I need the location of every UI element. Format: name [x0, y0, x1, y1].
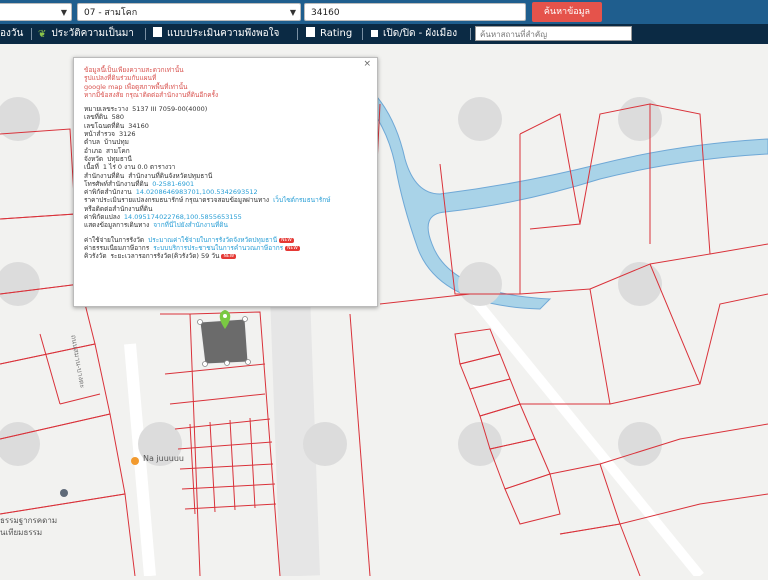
close-icon[interactable]: ×: [363, 59, 371, 68]
info-value: 580: [111, 113, 125, 122]
info-label: ค่าใช้จ่ายในการรังวัด: [84, 235, 145, 244]
new-badge: NEW: [279, 237, 294, 243]
survey-fee-link[interactable]: ประมาณค่าใช้จ่ายในการรังวัดจังหวัดปทุมธา…: [148, 236, 277, 244]
info-label: หน้าสำรวจ: [84, 130, 115, 139]
parcel-info-popup: × ข้อมูลนี้เป็นเพียงความสะดวกเท่านั้น รู…: [73, 57, 378, 307]
info-row-queue: คิวรังวัด ระยะเวลารอการรังวัด(คิวรังวัด) …: [84, 252, 367, 260]
chevron-down-icon: ▼: [60, 8, 67, 17]
info-value: ปทุมธานี: [107, 154, 132, 163]
menu-item-1[interactable]: องวัน: [0, 24, 23, 44]
chevron-down-icon: ▼: [289, 8, 296, 17]
info-label: โทรศัพท์สำนักงานที่ดิน: [84, 179, 149, 188]
info-row-route: แสดงข้อมูลการเดินทาง จากที่นี่ไปยังสำนักง…: [84, 221, 367, 229]
poi-label-3: นเทียมธรรม: [0, 528, 43, 537]
menu-divider: [31, 28, 32, 40]
info-label: ราคาประเมินรายแปลงกรมธนารักษ์ กรุณาตรวจส…: [84, 196, 270, 205]
info-label: สำนักงานที่ดิน: [84, 171, 125, 180]
top-search-bar: ▼ 07 - สามโคก ▼ 34160 ค้นหาข้อมูล: [0, 0, 768, 24]
route-link[interactable]: จากที่นี่ไปยังสำนักงานที่ดิน: [153, 221, 228, 229]
info-row-appraisal: ราคาประเมินรายแปลงกรมธนารักษ์ กรุณาตรวจส…: [84, 196, 367, 204]
phone-link[interactable]: 0-2581-6901: [152, 180, 194, 188]
info-row-phone: โทรศัพท์สำนักงานที่ดิน 0-2581-6901: [84, 180, 367, 188]
info-row-deed: เลขโฉนดที่ดิน 34160: [84, 122, 367, 130]
info-row-tambon: ตำบล บ้านปทุม: [84, 138, 367, 146]
info-label: ค่าธรรมเนียมภาษีอากร: [84, 243, 150, 252]
info-label: เลขที่ดิน: [84, 113, 108, 122]
info-value: 1 ไร่ 0 งาน 0.0 ตารางวา: [102, 163, 176, 172]
info-row-office: สำนักงานที่ดิน สำนักงานที่ดินจังหวัดปทุมธ…: [84, 172, 367, 180]
warning-line-4: หากมีข้อสงสัย กรุณาติดต่อสำนักงานที่ดินอ…: [84, 90, 219, 99]
info-value: สามโคก: [105, 146, 130, 155]
menu-bar: องวัน ❦ ประวัติความเป็นมา แบบประเมินความพ…: [0, 24, 768, 44]
landmark-search-input[interactable]: ค้นหาสถานที่สำคัญ: [475, 26, 632, 41]
warning-line-3: google map เพื่อดูสภาพพื้นที่เท่านั้น: [84, 82, 188, 91]
menu-item-zoning-toggle[interactable]: เปิด/ปิด - ผังเมือง: [371, 24, 457, 44]
info-row-area: เนื้อที่ 1 ไร่ 0 งาน 0.0 ตารางวา: [84, 163, 367, 171]
menu-divider: [470, 28, 471, 40]
parcel-number-value: 34160: [311, 8, 340, 18]
info-row-fee: ค่าใช้จ่ายในการรังวัด ประมาณค่าใช้จ่ายในก…: [84, 236, 367, 244]
treasury-website-link[interactable]: เว็บไซต์กรมธนารักษ์: [273, 196, 330, 204]
info-row-survey: หน้าสำรวจ 3126: [84, 130, 367, 138]
parcel-coord-link[interactable]: 14.095174022768,100.5855653155: [124, 213, 242, 221]
menu-item-history-label: ประวัติความเป็นมา: [51, 28, 134, 39]
chart-icon: [306, 27, 315, 37]
warning-line-2: รูปแปลงที่ดินร่วมกับแผนที่: [84, 74, 157, 83]
info-label: คิวรังวัด: [84, 252, 107, 261]
menu-item-rating[interactable]: Rating: [306, 24, 352, 44]
info-label: เลขโฉนดที่ดิน: [84, 121, 125, 130]
info-value: บ้านปทุม: [103, 138, 129, 147]
sprout-icon: ❦: [38, 29, 47, 40]
info-value: 5137 III 7059-00(4000): [132, 105, 208, 114]
parcel-number-input[interactable]: 34160: [304, 3, 526, 21]
district-select[interactable]: 07 - สามโคก ▼: [77, 3, 301, 21]
menu-item-zoning-label: เปิด/ปิด - ผังเมือง: [383, 28, 458, 39]
menu-divider: [362, 28, 363, 40]
info-label: ค่าพิกัดสำนักงาน: [84, 188, 132, 197]
info-row-appraisal-tail: หรือติดต่อสำนักงานที่ดิน: [84, 204, 153, 213]
info-row-land-no: เลขที่ดิน 580: [84, 113, 367, 121]
info-value: ระยะเวลารอการรังวัด(คิวรังวัด) 59 วัน: [110, 252, 220, 261]
info-row-tax: ค่าธรรมเนียมภาษีอากร ระบบบริการประชาชนในก…: [84, 244, 367, 252]
info-value: 34160: [128, 121, 149, 130]
tax-calc-link[interactable]: ระบบบริการประชาชนในการคำนวณภาษีอากร: [153, 244, 283, 252]
document-icon: [153, 27, 162, 37]
info-value: 3126: [118, 130, 136, 139]
menu-item-survey-label: แบบประเมินความพึงพอใจ: [167, 28, 280, 39]
info-label: แสดงข้อมูลการเดินทาง: [84, 221, 150, 230]
info-value: สำนักงานที่ดินจังหวัดปทุมธานี: [128, 171, 213, 180]
new-badge: NEW: [221, 254, 237, 260]
info-label: ตำบล: [84, 138, 100, 147]
district-select-value: 07 - สามโคก: [84, 8, 138, 18]
info-label: อำเภอ: [84, 146, 102, 155]
info-label: ค่าพิกัดแปลง: [84, 213, 120, 222]
info-row-sheet: หมายเลขระวาง 5137 III 7059-00(4000): [84, 105, 367, 113]
info-row-amphoe: อำเภอ สามโคก: [84, 147, 367, 155]
menu-item-1-label: องวัน: [0, 28, 24, 39]
checkbox-icon: [371, 30, 378, 37]
office-coord-link[interactable]: 14.0208646983701,100.5342693512: [136, 188, 258, 196]
menu-item-history[interactable]: ❦ ประวัติความเป็นมา: [38, 24, 134, 44]
province-select[interactable]: ▼: [0, 3, 72, 21]
menu-item-survey[interactable]: แบบประเมินความพึงพอใจ: [153, 24, 279, 44]
menu-item-rating-label: Rating: [320, 28, 353, 39]
new-badge: NEW: [285, 245, 300, 251]
info-label: เนื้อที่: [84, 163, 99, 172]
poi-label-1: Na juuuuu: [143, 454, 185, 463]
search-button[interactable]: ค้นหาข้อมูล: [532, 2, 602, 22]
menu-divider: [145, 28, 146, 40]
menu-divider: [297, 28, 298, 40]
